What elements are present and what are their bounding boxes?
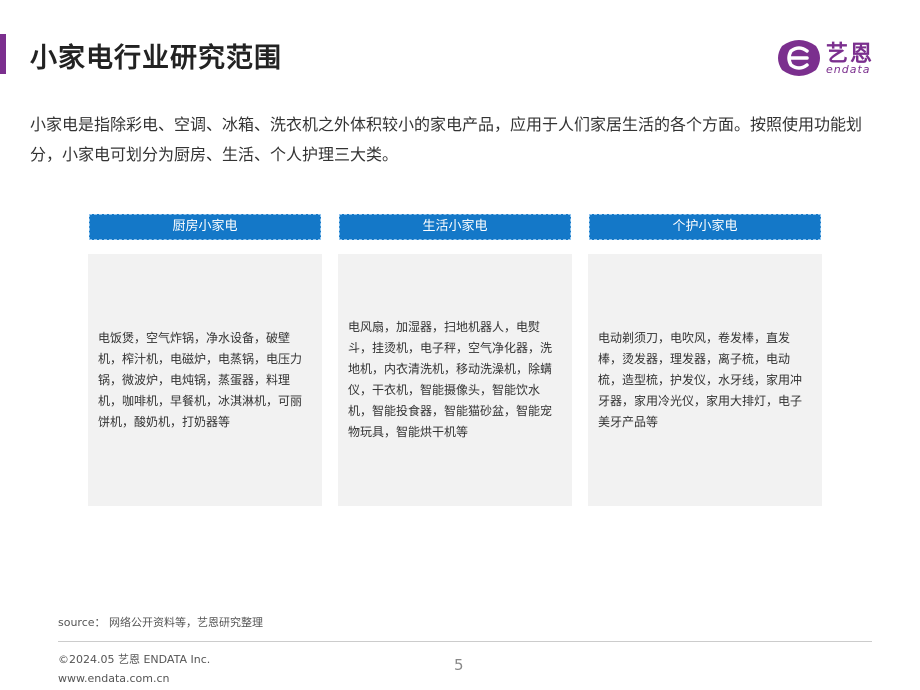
logo-english-text: endata — [826, 63, 871, 76]
personal-care-appliance-list: 电动剃须刀，电吹风，卷发棒，直发棒，烫发器，理发器，离子梳，电动梳，造型梳，护发… — [598, 330, 803, 429]
copyright-text: ©2024.05 艺恩 ENDATA Inc. — [58, 653, 211, 666]
page-title: 小家电行业研究范围 — [30, 43, 282, 74]
footer-divider — [58, 641, 872, 642]
column-header-personal-care: 个护小家电 — [589, 214, 821, 240]
intro-paragraph: 小家电是指除彩电、空调、冰箱、洗衣机之外体积较小的家电产品，应用于人们家居生活的… — [30, 115, 863, 164]
endata-logo-icon — [778, 40, 820, 76]
title-accent-bar — [0, 34, 6, 74]
endata-logo: 艺恩 endata — [776, 36, 888, 80]
website-link[interactable]: www.endata.com.cn — [58, 672, 170, 685]
kitchen-appliance-list: 电饭煲，空气炸锅，净水设备，破壁机，榨汁机，电磁炉，电蒸锅，电压力锅，微波炉，电… — [98, 330, 303, 429]
column-box-personal-care: 电动剃须刀，电吹风，卷发棒，直发棒，烫发器，理发器，离子梳，电动梳，造型梳，护发… — [588, 254, 822, 506]
column-header-kitchen: 厨房小家电 — [89, 214, 321, 240]
page-number: 5 — [454, 656, 464, 674]
column-header-living: 生活小家电 — [339, 214, 571, 240]
living-appliance-list: 电风扇，加湿器，扫地机器人，电熨斗，挂烫机，电子秤，空气净化器，洗地机，内衣清洗… — [348, 320, 553, 439]
column-box-living: 电风扇，加湿器，扫地机器人，电熨斗，挂烫机，电子秤，空气净化器，洗地机，内衣清洗… — [338, 254, 572, 506]
column-box-kitchen: 电饭煲，空气炸锅，净水设备，破壁机，榨汁机，电磁炉，电蒸锅，电压力锅，微波炉，电… — [88, 254, 322, 506]
source-note: source： 网络公开资料等，艺恩研究整理 — [58, 616, 264, 629]
